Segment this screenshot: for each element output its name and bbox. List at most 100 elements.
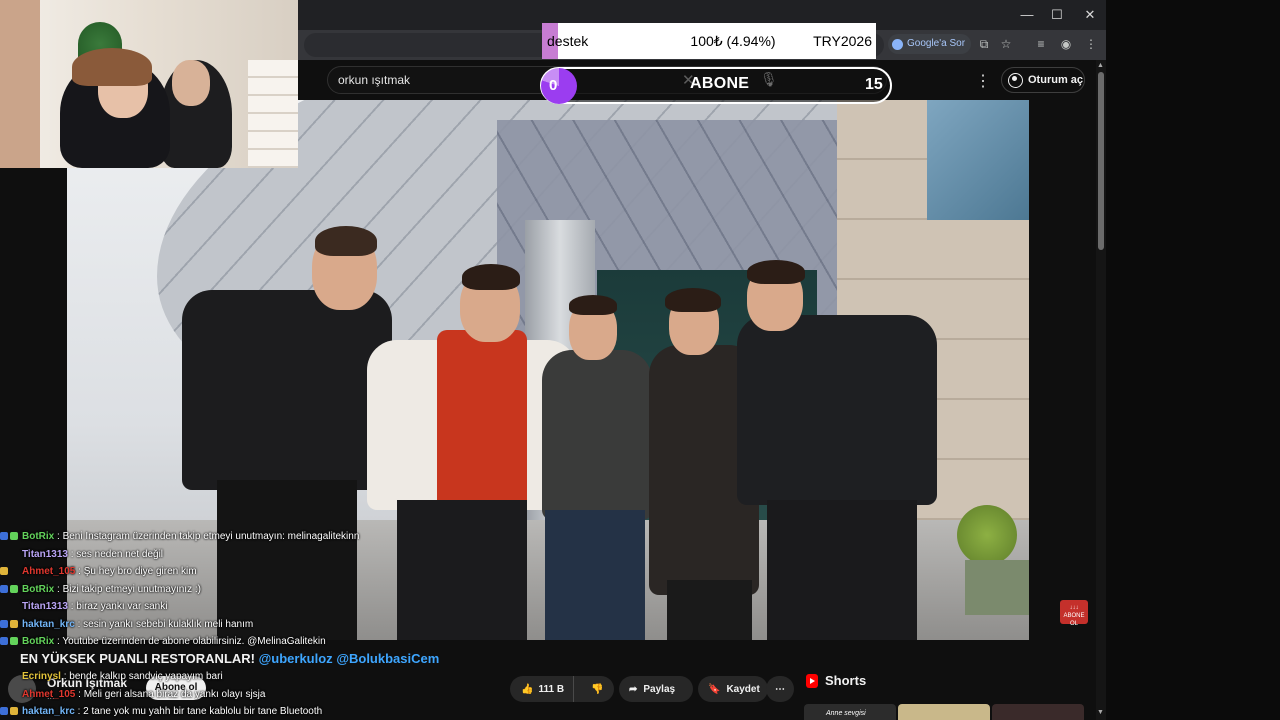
chat-username[interactable]: Ahmet_105: [22, 566, 75, 577]
short-thumbnail-3[interactable]: [992, 704, 1084, 720]
chat-badge-icon: [10, 532, 18, 540]
bookmark-star-icon[interactable]: ☆: [998, 36, 1014, 52]
chat-badge-icon: [10, 707, 18, 715]
chat-message-text: : Youtube üzerinden de abone olabilirsin…: [54, 636, 326, 647]
chat-badges: [0, 581, 22, 599]
like-button[interactable]: 👍 111 B: [510, 676, 575, 702]
share-button[interactable]: ➦ Paylaş: [619, 676, 693, 702]
cast-icon[interactable]: ⧉: [976, 36, 992, 52]
signin-button[interactable]: Oturum aç: [1001, 67, 1085, 93]
more-horizontal-icon: ⋯: [775, 683, 785, 695]
chat-username[interactable]: Titan1313: [22, 549, 68, 560]
chat-message-text: : Bizi takip etmeyi unutmayınız :): [54, 583, 201, 595]
chat-badges: [0, 633, 22, 651]
chat-message: BotRix : Youtube üzerinden de abone olab…: [0, 633, 470, 651]
google-lens-icon: [892, 38, 903, 50]
dark-margin: [1106, 0, 1280, 720]
settings-menu-icon[interactable]: ⋮: [975, 71, 991, 91]
chat-message-text: : Şu hey bro diye giren kim: [75, 566, 197, 577]
chat-username[interactable]: Titan1313: [22, 601, 68, 612]
chat-username[interactable]: BotRix: [22, 636, 54, 647]
save-button[interactable]: 🔖 Kaydet: [698, 676, 768, 702]
chat-badges: [0, 528, 22, 546]
google-sor-button[interactable]: Google'a Sor: [888, 34, 972, 54]
chat-badge-icon: [0, 619, 8, 628]
sub-goal-current: 0: [549, 77, 558, 94]
chat-message-text: : ses neden net değil: [67, 548, 164, 560]
short-thumbnail-2[interactable]: [898, 704, 990, 720]
chat-username[interactable]: BotRix: [22, 531, 54, 542]
building-window: [927, 100, 1029, 220]
chat-badges: [0, 616, 22, 634]
chat-message-text: : Beni Instagram üzerinden takip etmeyi …: [54, 531, 360, 542]
chat-message: Ecrinysl : bende kalkıp sandviç yapayım …: [0, 668, 470, 686]
close-window-button[interactable]: ✕: [1081, 6, 1099, 24]
webcam-person-right-face: [172, 60, 210, 106]
chat-username[interactable]: haktan_krc: [22, 706, 75, 717]
chat-message: haktan_krc : 2 tane yok mu yahh bir tane…: [0, 703, 470, 720]
scroll-up-arrow[interactable]: ▲: [1097, 62, 1104, 69]
planter-box: [965, 560, 1029, 615]
chat-message: BotRix : Beni Instagram üzerinden takip …: [0, 528, 470, 546]
chat-username[interactable]: Ecrinysl: [22, 671, 61, 682]
search-query-text: orkun ışıtmak: [338, 73, 411, 87]
signin-label: Oturum aç: [1028, 74, 1084, 86]
chat-message-text: : biraz yankı var sanki: [67, 601, 168, 612]
bookmark-icon: 🔖: [708, 683, 721, 695]
chat-message-text: : bende kalkıp sandviç yapayım bari: [60, 671, 223, 682]
shorts-header: Shorts: [806, 673, 866, 688]
google-sor-label: Google'a Sor: [907, 38, 966, 49]
scrollbar-thumb[interactable]: [1098, 72, 1104, 250]
chat-message: [0, 651, 470, 669]
chat-message: BotRix : Bizi takip etmeyi unutmayınız :…: [0, 581, 470, 599]
chat-message: Titan1313 : biraz yankı var sanki: [0, 598, 470, 616]
scroll-down-arrow[interactable]: ▼: [1097, 709, 1104, 716]
chat-badges: [0, 703, 22, 720]
like-dislike-group: 👍 111 B 👎: [510, 676, 614, 702]
account-icon: [1008, 72, 1023, 88]
donation-goal-bar: destek 100₺ (4.94%) TRY2026: [542, 23, 876, 59]
screen: — ☐ ✕ Google'a Sor ⧉ ☆ ≡ ◉ ⋮ destek 100₺…: [0, 0, 1280, 720]
save-label: Kaydet: [726, 683, 760, 695]
donation-title: destek: [547, 33, 589, 49]
planter-shrub: [957, 505, 1017, 565]
chat-badge-icon: [0, 637, 8, 645]
profile-icon[interactable]: ◉: [1058, 36, 1074, 52]
thumbs-down-icon: 👎: [590, 683, 604, 695]
chat-badges: [0, 563, 22, 581]
chat-badge-icon: [0, 584, 8, 593]
subscribe-watermark-badge[interactable]: ↓↓↓ ABONE OL: [1060, 600, 1088, 627]
minimize-window-button[interactable]: —: [1018, 6, 1036, 24]
chat-message: Titan1313 : ses neden net değil: [0, 546, 470, 564]
browser-menu-icon[interactable]: ⋮: [1083, 36, 1099, 52]
stream-chat-overlay: BotRix : Beni Instagram üzerinden takip …: [0, 528, 470, 720]
chat-badge-icon: [0, 707, 8, 715]
chat-message-text: : 2 tane yok mu yahh bir tane kablolu bi…: [74, 706, 323, 717]
donation-amount: 100₺ (4.94%): [690, 32, 776, 49]
share-label: Paylaş: [643, 683, 676, 695]
chat-message-text: : Meli geri alsana biraz da yankı olayı …: [75, 688, 266, 700]
chat-username[interactable]: Ahmet_105: [22, 689, 75, 700]
chat-badge-icon: [10, 619, 18, 628]
short-thumbnail-1-label: Anne sevgisi: [826, 710, 866, 717]
chat-message-text: : sesin yankı sebebi kulaklık meli hanım: [74, 618, 254, 630]
sub-goal-target: 15: [865, 76, 883, 93]
webcam-stairs: [248, 60, 298, 168]
more-actions-button[interactable]: ⋯: [766, 676, 794, 702]
maximize-window-button[interactable]: ☐: [1048, 6, 1066, 24]
media-controls-icon[interactable]: ≡: [1033, 36, 1049, 52]
chat-badge-icon: [10, 637, 18, 645]
sub-goal-progress-ring: [541, 68, 577, 104]
chat-badge-icon: [0, 567, 8, 575]
webcam-person-left-hair: [72, 48, 152, 86]
watermark-label: ABONE OL: [1063, 613, 1085, 627]
shorts-title: Shorts: [825, 673, 867, 688]
chat-badge-icon: [10, 584, 18, 593]
like-count: 111 B: [538, 683, 565, 695]
dislike-button[interactable]: 👎: [580, 684, 614, 695]
chat-username[interactable]: haktan_krc: [22, 619, 75, 630]
chat-username[interactable]: BotRix: [22, 584, 54, 595]
chat-message: Ahmet_105 : Meli geri alsana biraz da ya…: [0, 686, 470, 704]
chat-message: Ahmet_105 : Şu hey bro diye giren kim: [0, 563, 470, 581]
streamer-webcam: [0, 0, 298, 168]
